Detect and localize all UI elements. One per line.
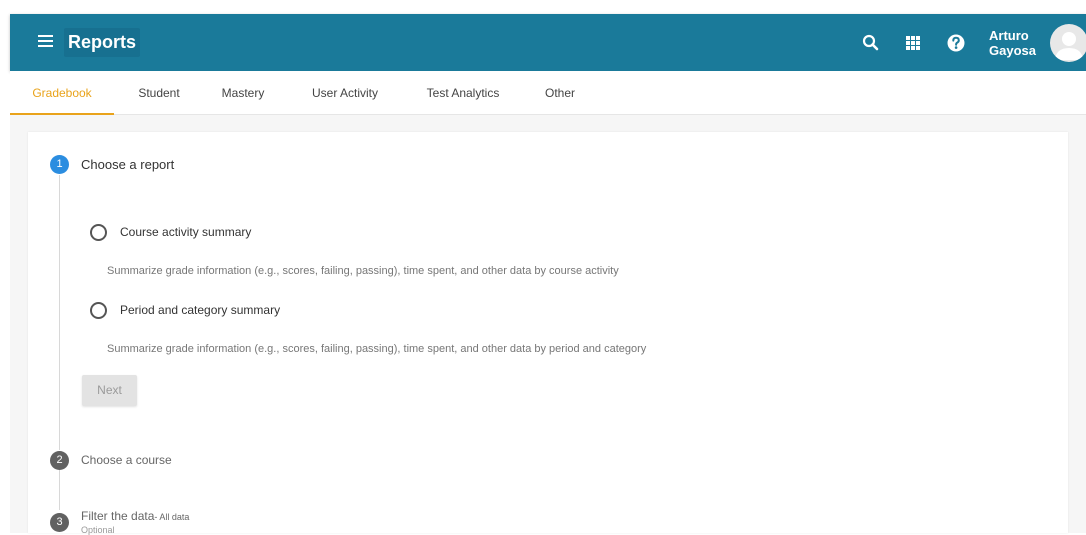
period-category-summary-description: Summarize grade information (e.g., score… <box>107 343 647 355</box>
menu-icon[interactable] <box>38 35 53 48</box>
tab-other[interactable]: Other <box>537 71 583 114</box>
step-connector <box>59 470 60 510</box>
user-name[interactable]: Arturo Gayosa <box>989 28 1036 58</box>
course-activity-summary-description: Summarize grade information (e.g., score… <box>107 265 619 277</box>
report-stepper-card <box>28 132 1068 533</box>
tab-test-analytics[interactable]: Test Analytics <box>412 71 514 114</box>
help-icon[interactable] <box>946 33 966 53</box>
step-1-badge: 1 <box>50 155 69 174</box>
period-category-summary-radio[interactable] <box>90 302 107 319</box>
report-tabs: Gradebook Student Mastery User Activity … <box>10 71 1086 115</box>
search-icon[interactable] <box>861 33 881 53</box>
step-3-badge: 3 <box>50 513 69 532</box>
period-category-summary-label[interactable]: Period and category summary <box>120 303 280 317</box>
step-1-title[interactable]: Choose a report <box>81 157 174 172</box>
step-2-title[interactable]: Choose a course <box>81 453 172 467</box>
next-button[interactable]: Next <box>82 375 137 406</box>
app-header: Reports Arturo Gayosa <box>10 14 1086 71</box>
course-activity-summary-label[interactable]: Course activity summary <box>120 225 251 239</box>
course-activity-summary-radio[interactable] <box>90 224 107 241</box>
step-2-badge: 2 <box>50 451 69 470</box>
tab-student[interactable]: Student <box>129 71 189 114</box>
avatar-icon[interactable] <box>1050 24 1086 62</box>
page-title: Reports <box>64 28 141 57</box>
step-3-title-suffix: - All data <box>154 512 190 522</box>
user-first-name: Arturo <box>989 28 1029 43</box>
step-3-subtitle: Optional <box>81 525 115 535</box>
tab-user-activity[interactable]: User Activity <box>295 71 395 114</box>
step-3-title-text: Filter the data <box>81 509 155 523</box>
tab-mastery[interactable]: Mastery <box>213 71 273 114</box>
step-3-title[interactable]: Filter the data- All data <box>81 509 189 523</box>
tab-gradebook[interactable]: Gradebook <box>10 71 114 115</box>
apps-grid-icon[interactable] <box>903 33 923 53</box>
user-last-name: Gayosa <box>989 43 1036 58</box>
step-connector <box>59 175 60 450</box>
